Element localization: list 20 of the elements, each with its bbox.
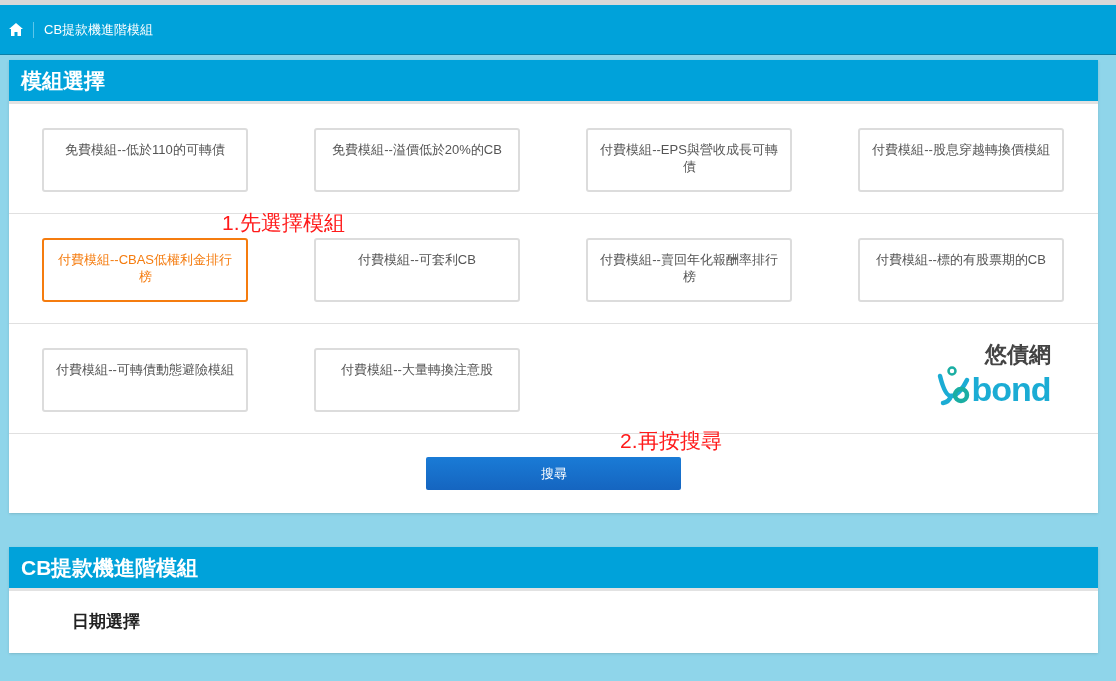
module-button[interactable]: 付費模組--可套利CB [314, 238, 520, 302]
panel-title: CB提款機進階模組 [21, 554, 199, 581]
logo-wordmark: bond [971, 372, 1051, 406]
module-button[interactable]: 付費模組--股息穿越轉換價模組 [858, 128, 1064, 192]
module-button[interactable]: 付費模組--可轉債動態避險模組 [42, 348, 248, 412]
logo-figure-icon [937, 366, 972, 406]
breadcrumb-title: CB提款機進階模組 [44, 20, 154, 39]
panel-title: 模組選擇 [21, 67, 105, 94]
module-button[interactable]: 付費模組--標的有股票期的CB [858, 238, 1064, 302]
module-button[interactable]: 付費模組--大量轉換注意股 [314, 348, 520, 412]
home-icon[interactable] [9, 23, 23, 36]
module-button[interactable]: 付費模組--賣回年化報酬率排行榜 [586, 238, 792, 302]
module-button[interactable]: 付費模組--EPS與營收成長可轉債 [586, 128, 792, 192]
logo-name: 悠債網 [984, 344, 1051, 366]
date-label: 日期選擇 [72, 611, 140, 634]
search-button[interactable]: 搜尋 [426, 457, 681, 490]
module-button[interactable]: 免費模組--低於110的可轉債 [42, 128, 248, 192]
annotation-text: 2.再按搜尋 [620, 430, 722, 451]
module-button[interactable]: 免費模組--溢價低於20%的CB [314, 128, 520, 192]
annotation-text: 1.先選擇模組 [222, 212, 345, 233]
